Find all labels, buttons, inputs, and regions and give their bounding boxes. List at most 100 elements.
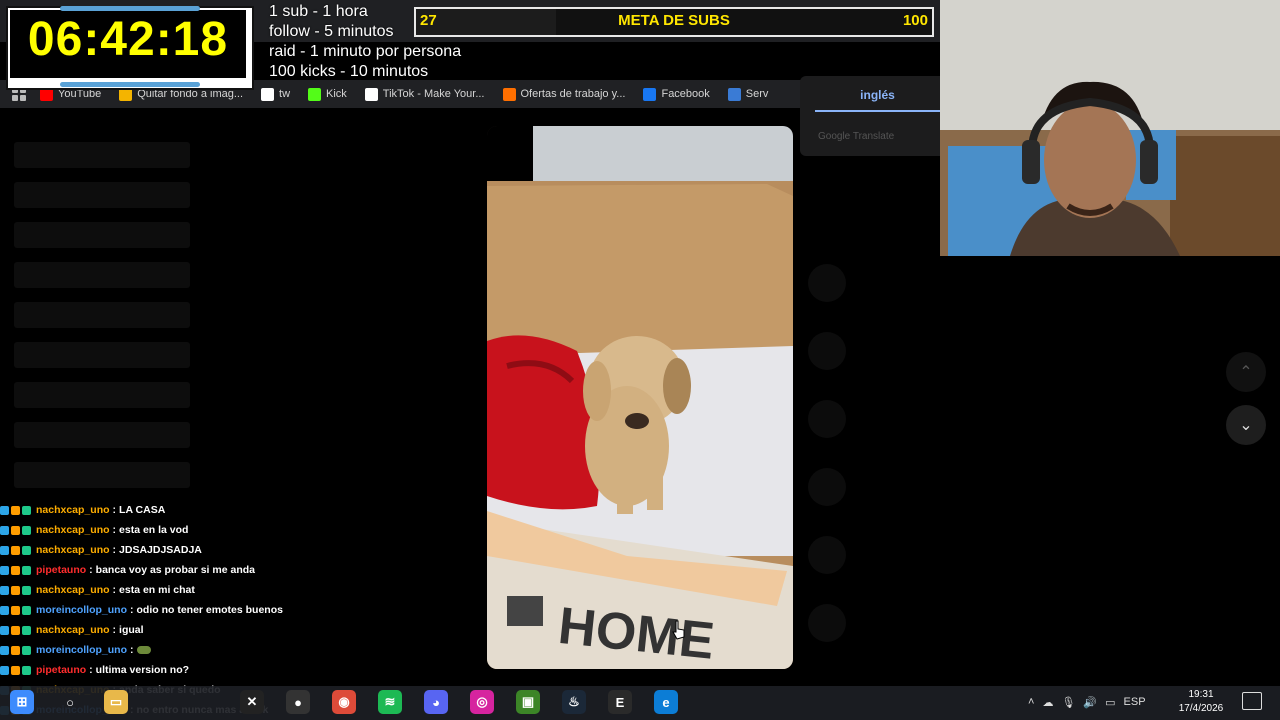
timer-accent-top [60, 6, 200, 11]
bookmark-kick[interactable]: Kick [308, 87, 347, 101]
video-action-button[interactable] [808, 264, 846, 302]
chat-message: nachxcap_uno: LA CASA [0, 500, 420, 520]
instagram-icon[interactable]: ◎ [470, 690, 494, 714]
minecraft-icon[interactable]: ▣ [516, 690, 540, 714]
bookmark-x[interactable]: tw [261, 87, 291, 101]
bookmark-label: Facebook [661, 88, 710, 100]
chat-username[interactable]: nachxcap_uno [36, 504, 110, 516]
chat-message: nachxcap_uno: igual [0, 620, 420, 640]
bookmark-facebook[interactable]: Facebook [643, 87, 710, 101]
file-explorer-icon[interactable]: ▭ [104, 690, 128, 714]
chat-badge-icon [22, 545, 31, 555]
video-action-button[interactable] [808, 400, 846, 438]
chat-text: igual [119, 624, 144, 636]
chat-badge-icon [22, 565, 31, 575]
search-icon[interactable]: ○ [58, 690, 82, 714]
bookmark-label: TikTok - Make Your... [382, 88, 485, 100]
chat-separator: : [89, 564, 93, 576]
chat-badge-icon [0, 585, 9, 595]
obs-icon[interactable]: ● [286, 690, 310, 714]
bookmark-label: Ofertas de trabajo y... [520, 88, 626, 100]
facebook-icon [643, 87, 657, 101]
spotify-icon[interactable]: ≋ [378, 690, 402, 714]
video-action-button[interactable] [808, 604, 846, 642]
subs-goal-target: 100 [902, 12, 928, 29]
chat-badge-icon [0, 565, 9, 575]
chat-badge-icon [11, 565, 20, 575]
chat-badge-icon [22, 645, 31, 655]
bookmark-tiktok[interactable]: TikTok - Make Your... [364, 87, 485, 101]
notifications-icon[interactable] [1242, 692, 1262, 710]
chat-badge-icon [0, 625, 9, 635]
capcut-icon[interactable]: ✕ [240, 690, 264, 714]
chat-username[interactable]: pipetauno [36, 664, 86, 676]
puppy-video-frame: HOME [487, 126, 793, 669]
chat-separator: : [89, 664, 93, 676]
chat-badge-icon [11, 645, 20, 655]
chevron-down-icon: ⌄ [1239, 417, 1253, 434]
windows-start-icon[interactable]: ⊞ [10, 690, 34, 714]
chat-badge-icon [22, 625, 31, 635]
chat-message: nachxcap_uno: JDSAJDJSADJA [0, 540, 420, 560]
chat-username[interactable]: moreincollop_uno [36, 604, 127, 616]
server-icon [727, 87, 741, 101]
onedrive-icon[interactable]: ☁ [1042, 696, 1053, 709]
edge-icon[interactable]: e [654, 690, 678, 714]
sidebar-placeholder [14, 462, 190, 488]
sidebar-placeholder [14, 422, 190, 448]
chevron-up-icon[interactable]: ˄ [1028, 696, 1034, 708]
chat-badge-icon [22, 605, 31, 615]
chrome-icon[interactable]: ◉ [332, 690, 356, 714]
translate-language-tab[interactable]: inglés [815, 88, 940, 102]
chat-badge-icon [22, 665, 31, 675]
chat-username[interactable]: pipetauno [36, 564, 86, 576]
chat-text: banca voy as probar si me anda [95, 564, 255, 576]
clock-time: 19:31 [1188, 689, 1214, 700]
taskbar-clock[interactable]: 19:31 17/4/2026 [1176, 688, 1226, 716]
next-video-button[interactable]: ⌄ [1226, 405, 1266, 445]
chat-message: nachxcap_uno: esta en mi chat [0, 580, 420, 600]
steam-icon[interactable]: ♨ [562, 690, 586, 714]
video-action-button[interactable] [808, 536, 846, 574]
subs-goal-title: META DE SUBS [618, 12, 730, 29]
bookmark-job[interactable]: Ofertas de trabajo y... [502, 87, 626, 101]
chat-badge-icon [11, 525, 20, 535]
chat-username[interactable]: nachxcap_uno [36, 524, 110, 536]
video-action-button[interactable] [808, 468, 846, 506]
chat-username[interactable]: nachxcap_uno [36, 624, 110, 636]
chat-badge-icon [11, 505, 20, 515]
previous-video-button[interactable]: ⌃ [1226, 352, 1266, 392]
discord-icon[interactable]: ◕ [424, 690, 448, 714]
tiktok-icon [364, 87, 378, 101]
chat-text: esta en mi chat [119, 584, 195, 596]
volume-icon[interactable]: 🔊 [1083, 696, 1097, 709]
chat-message: moreincollop_uno: odio no tener emotes bu… [0, 600, 420, 620]
chat-separator: : [112, 524, 117, 536]
chat-text: JDSAJDJSADJA [119, 544, 202, 556]
sidebar-placeholder [14, 182, 190, 208]
chat-username[interactable]: moreincollop_uno [36, 644, 127, 656]
bookmark-server[interactable]: Serv [727, 87, 768, 101]
chat-message: pipetauno: ultima version no? [0, 660, 420, 680]
chat-badge-icon [0, 645, 9, 655]
chat-username[interactable]: nachxcap_uno [36, 544, 110, 556]
video-player[interactable]: HOME [487, 126, 793, 669]
translate-credit: Google Translate [818, 131, 895, 142]
language-indicator[interactable]: ESP [1124, 696, 1146, 708]
network-icon[interactable]: ▭ [1105, 696, 1115, 709]
chat-text: LA CASA [119, 504, 166, 516]
bookmark-label: tw [279, 88, 291, 100]
chat-separator: : [112, 544, 117, 556]
hand-cursor-icon [672, 620, 685, 640]
sidebar-placeholder [14, 222, 190, 248]
webcam-feed [940, 0, 1280, 256]
video-action-button[interactable] [808, 332, 846, 370]
epic-games-icon[interactable]: E [608, 690, 632, 714]
sidebar-placeholder [14, 342, 190, 368]
sidebar-placeholder [14, 142, 190, 168]
chat-message: nachxcap_uno: esta en la vod [0, 520, 420, 540]
rule-line: 100 kicks - 10 minutos [269, 63, 429, 80]
chat-badge-icon [11, 545, 20, 555]
microphone-icon[interactable]: 🎙 [1061, 696, 1075, 709]
chat-username[interactable]: nachxcap_uno [36, 584, 110, 596]
